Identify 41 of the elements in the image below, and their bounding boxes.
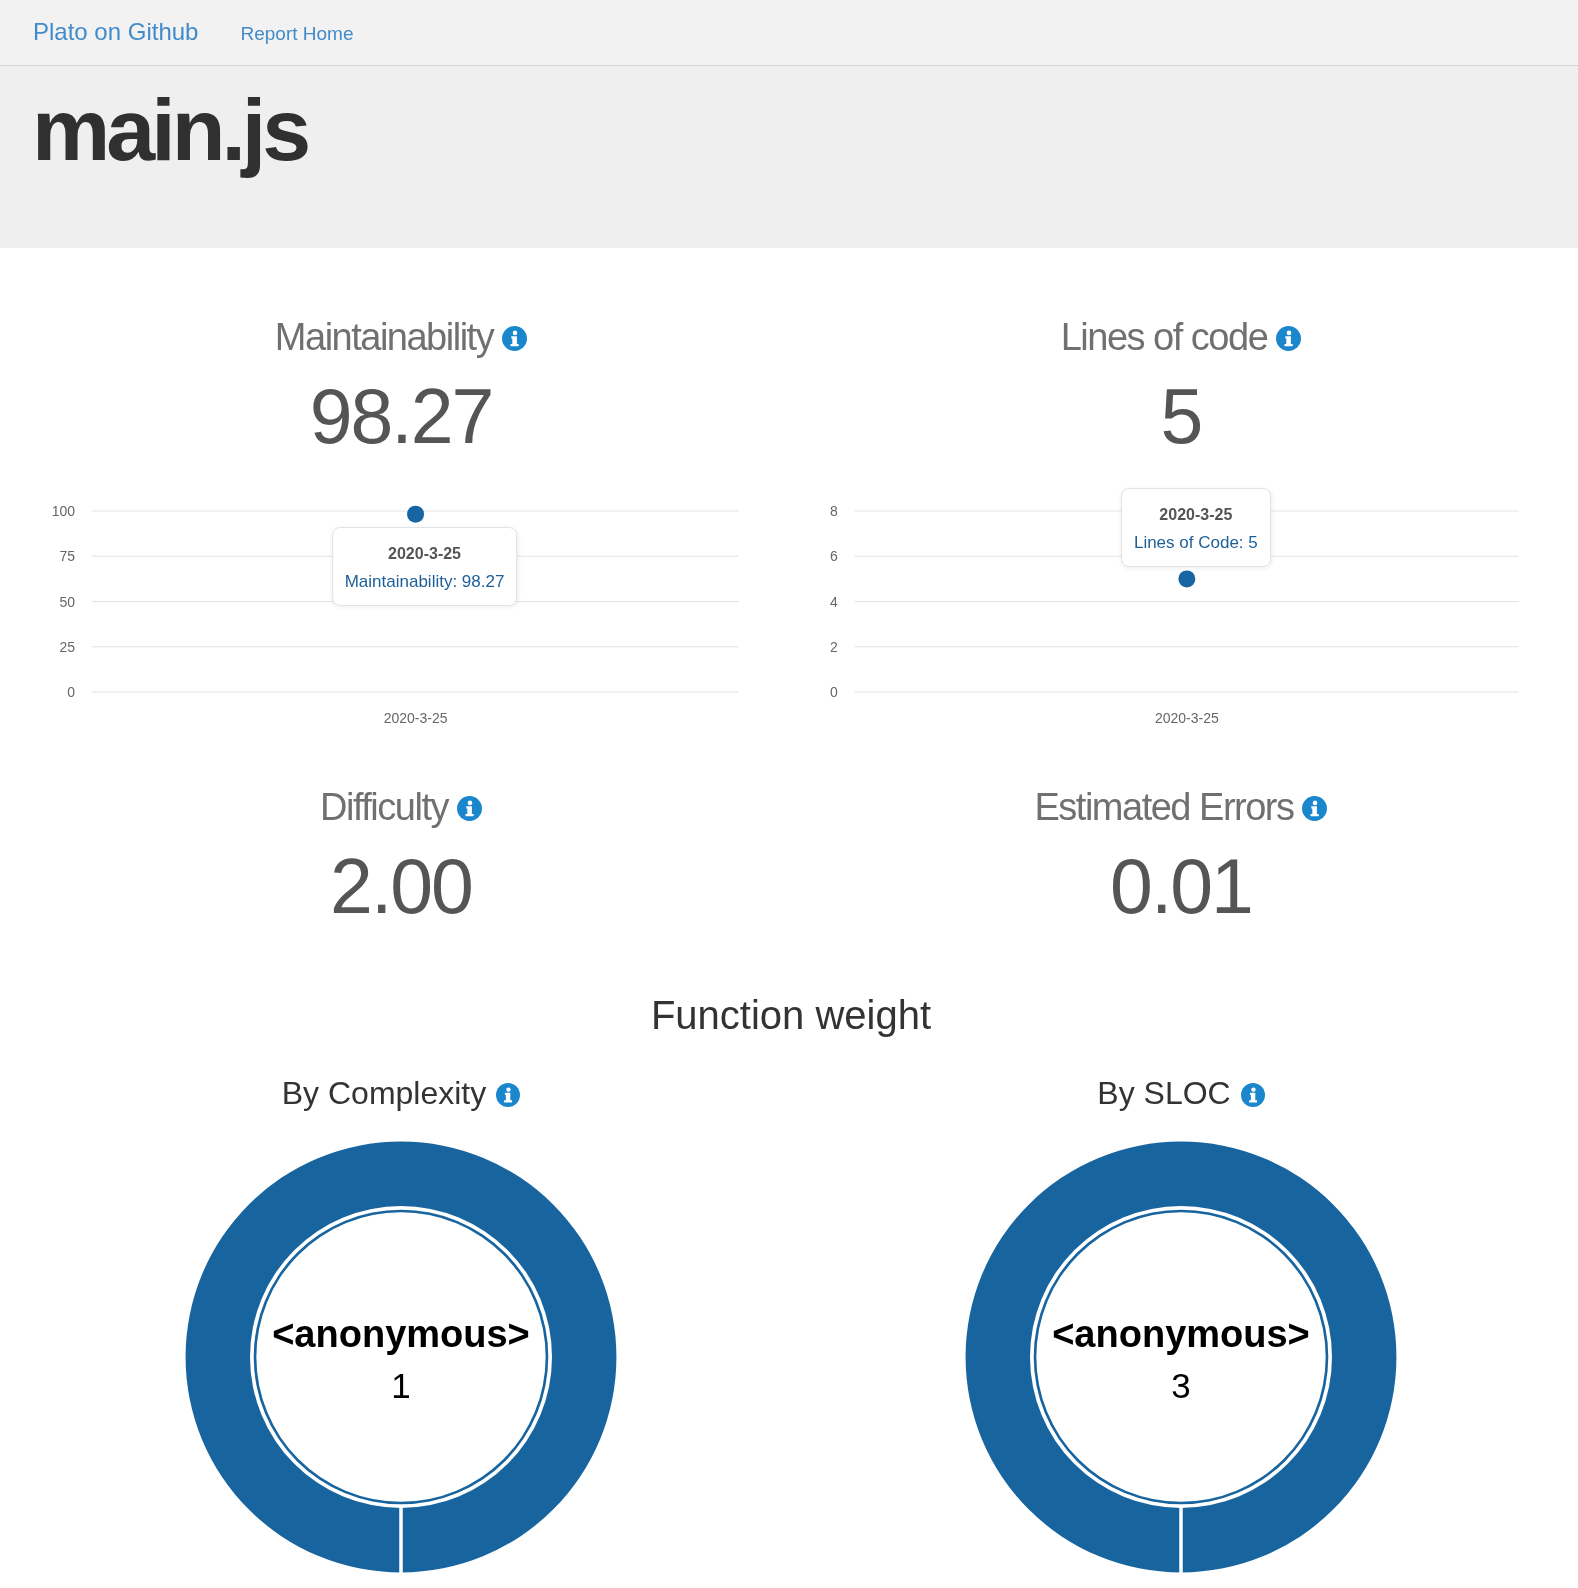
tooltip-text: Lines of Code: 5 <box>1133 531 1258 554</box>
axis-category-label: 2020-3-25 <box>383 710 448 726</box>
metric-title: Maintainability <box>274 315 494 360</box>
tooltip-text: Maintainability: 98.27 <box>344 571 505 594</box>
section-title: Function weight <box>650 992 932 1039</box>
metric-title: Lines of code <box>1060 315 1268 360</box>
metric-value: 5 <box>1160 376 1202 456</box>
axis-tick-label: 6 <box>829 548 838 565</box>
chart-title: By SLOC <box>1097 1074 1231 1113</box>
nav-link[interactable]: Report Home <box>240 23 354 46</box>
tooltip-title: 2020-3-25 <box>1158 504 1234 525</box>
data-point <box>1178 570 1196 588</box>
axis-tick-label: 50 <box>59 593 76 610</box>
metric-value: 0.01 <box>1110 846 1252 926</box>
chart-title: By Complexity <box>281 1074 487 1113</box>
info-icon[interactable] <box>1240 1082 1265 1107</box>
axis-tick-label: 100 <box>51 503 76 519</box>
axis-tick-label: 8 <box>829 503 838 519</box>
info-icon[interactable] <box>502 326 528 351</box>
info-icon[interactable] <box>496 1082 521 1107</box>
data-point <box>407 505 425 523</box>
slice-value: 1 <box>391 1366 411 1405</box>
slice-value: 3 <box>1171 1366 1191 1405</box>
axis-category-label: 2020-3-25 <box>1154 710 1219 726</box>
axis-tick-label: 2 <box>829 638 838 655</box>
axis-tick-label: 0 <box>829 684 838 700</box>
metric-value: 2.00 <box>330 846 472 926</box>
axis-tick-label: 4 <box>829 593 838 610</box>
metric-value: 98.27 <box>309 376 493 456</box>
tooltip-title: 2020-3-25 <box>387 544 462 565</box>
axis-tick-label: 75 <box>59 548 76 565</box>
slice-label: <anonymous> <box>272 1313 530 1355</box>
brand-link[interactable]: Plato on Github <box>33 18 199 47</box>
metric-title: Difficulty <box>320 785 448 830</box>
metric-title: Estimated Errors <box>1034 785 1294 830</box>
axis-tick-label: 25 <box>59 638 76 655</box>
axis-tick-label: 0 <box>67 684 76 700</box>
info-icon[interactable] <box>456 796 482 821</box>
info-icon[interactable] <box>1276 326 1302 351</box>
slice-label: <anonymous> <box>1052 1313 1310 1355</box>
info-icon[interactable] <box>1302 796 1328 821</box>
